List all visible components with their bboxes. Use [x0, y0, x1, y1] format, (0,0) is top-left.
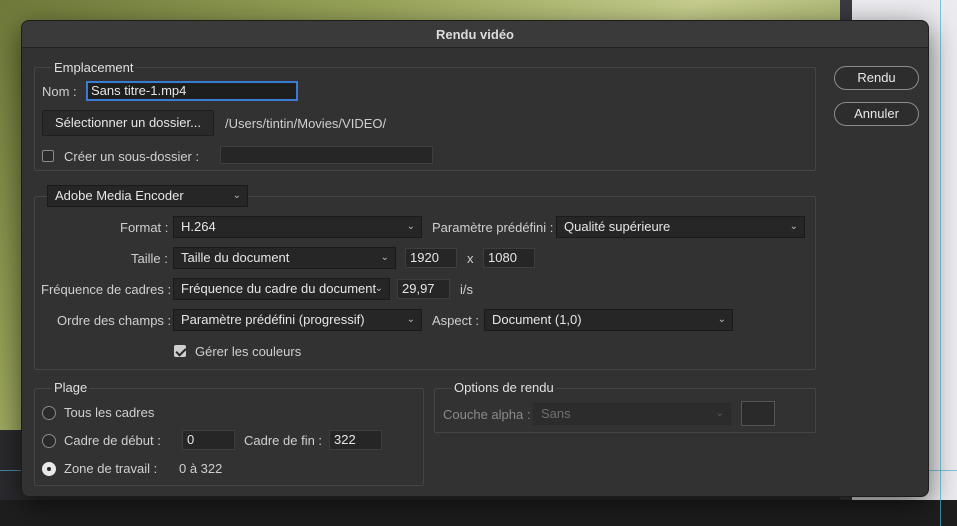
aspect-select-value: Document (1,0): [492, 312, 582, 327]
framerate-select[interactable]: Fréquence du cadre du document ⌄: [173, 278, 390, 300]
render-options-title: Options de rendu: [452, 380, 556, 395]
framerate-select-value: Fréquence du cadre du document: [181, 281, 377, 296]
start-frame-input[interactable]: 0: [182, 430, 235, 450]
background-bar: [0, 500, 957, 526]
aspect-label: Aspect :: [432, 313, 479, 328]
create-subfolder-label: Créer un sous-dossier :: [64, 149, 200, 164]
height-input[interactable]: 1080: [483, 248, 535, 268]
manage-colors-checkbox[interactable]: [174, 345, 186, 357]
field-order-select-value: Paramètre prédéfini (progressif): [181, 312, 365, 327]
width-input[interactable]: 1920: [405, 248, 457, 268]
select-folder-button[interactable]: Sélectionner un dossier...: [42, 110, 214, 136]
chevron-down-icon: ⌄: [789, 221, 798, 232]
alpha-select-value: Sans: [541, 406, 571, 421]
chevron-down-icon: ⌄: [406, 221, 415, 232]
format-select[interactable]: H.264 ⌄: [173, 216, 422, 238]
dialog-title: Rendu vidéo: [22, 21, 928, 48]
chevron-down-icon: ⌄: [406, 314, 415, 325]
alpha-select[interactable]: Sans ⌄: [533, 403, 731, 425]
guide-line-vertical: [940, 0, 941, 526]
chevron-down-icon: ⌄: [717, 314, 726, 325]
framerate-label: Fréquence de cadres :: [41, 282, 172, 297]
all-frames-label: Tous les cadres: [64, 405, 155, 420]
chevron-down-icon: ⌄: [715, 408, 724, 419]
framerate-unit: i/s: [460, 282, 473, 297]
location-group-title: Emplacement: [52, 60, 136, 75]
size-separator: x: [467, 251, 474, 266]
render-button[interactable]: Rendu: [834, 66, 919, 90]
all-frames-radio[interactable]: [42, 406, 56, 420]
preset-select[interactable]: Qualité supérieure ⌄: [556, 216, 805, 238]
name-label: Nom :: [42, 84, 77, 99]
format-label: Format :: [120, 220, 169, 235]
folder-path: /Users/tintin/Movies/VIDEO/: [225, 116, 387, 131]
work-area-value: 0 à 322: [179, 461, 223, 476]
color-swatch[interactable]: [741, 401, 775, 426]
preset-label: Paramètre prédéfini :: [432, 220, 554, 235]
work-area-radio[interactable]: [42, 462, 56, 476]
end-frame-input[interactable]: 322: [329, 430, 382, 450]
cancel-button[interactable]: Annuler: [834, 102, 919, 126]
preset-select-value: Qualité supérieure: [564, 219, 671, 234]
chevron-down-icon: ⌄: [374, 283, 383, 294]
alpha-label: Couche alpha :: [443, 407, 531, 422]
range-group-title: Plage: [52, 380, 90, 395]
encoder-select-value: Adobe Media Encoder: [55, 188, 184, 203]
manage-colors-label: Gérer les couleurs: [195, 344, 302, 359]
encoder-select[interactable]: Adobe Media Encoder ⌄: [47, 185, 248, 207]
format-select-value: H.264: [181, 219, 216, 234]
framerate-input[interactable]: 29,97: [397, 279, 450, 299]
size-label: Taille :: [131, 251, 168, 266]
subfolder-input[interactable]: [220, 146, 433, 164]
chevron-down-icon: ⌄: [380, 252, 389, 263]
size-select[interactable]: Taille du document ⌄: [173, 247, 396, 269]
chevron-down-icon: ⌄: [232, 190, 241, 201]
start-frame-radio[interactable]: [42, 434, 56, 448]
aspect-select[interactable]: Document (1,0) ⌄: [484, 309, 733, 331]
field-order-select[interactable]: Paramètre prédéfini (progressif) ⌄: [173, 309, 422, 331]
start-frame-label: Cadre de début :: [64, 433, 161, 448]
end-frame-label: Cadre de fin :: [244, 433, 323, 448]
field-order-label: Ordre des champs :: [57, 313, 172, 328]
work-area-label: Zone de travail :: [64, 461, 158, 476]
create-subfolder-checkbox[interactable]: [42, 150, 54, 162]
size-select-value: Taille du document: [181, 250, 290, 265]
name-input[interactable]: Sans titre-1.mp4: [86, 81, 298, 101]
render-video-dialog: Rendu vidéo Emplacement Nom : Sans titre…: [21, 20, 929, 497]
